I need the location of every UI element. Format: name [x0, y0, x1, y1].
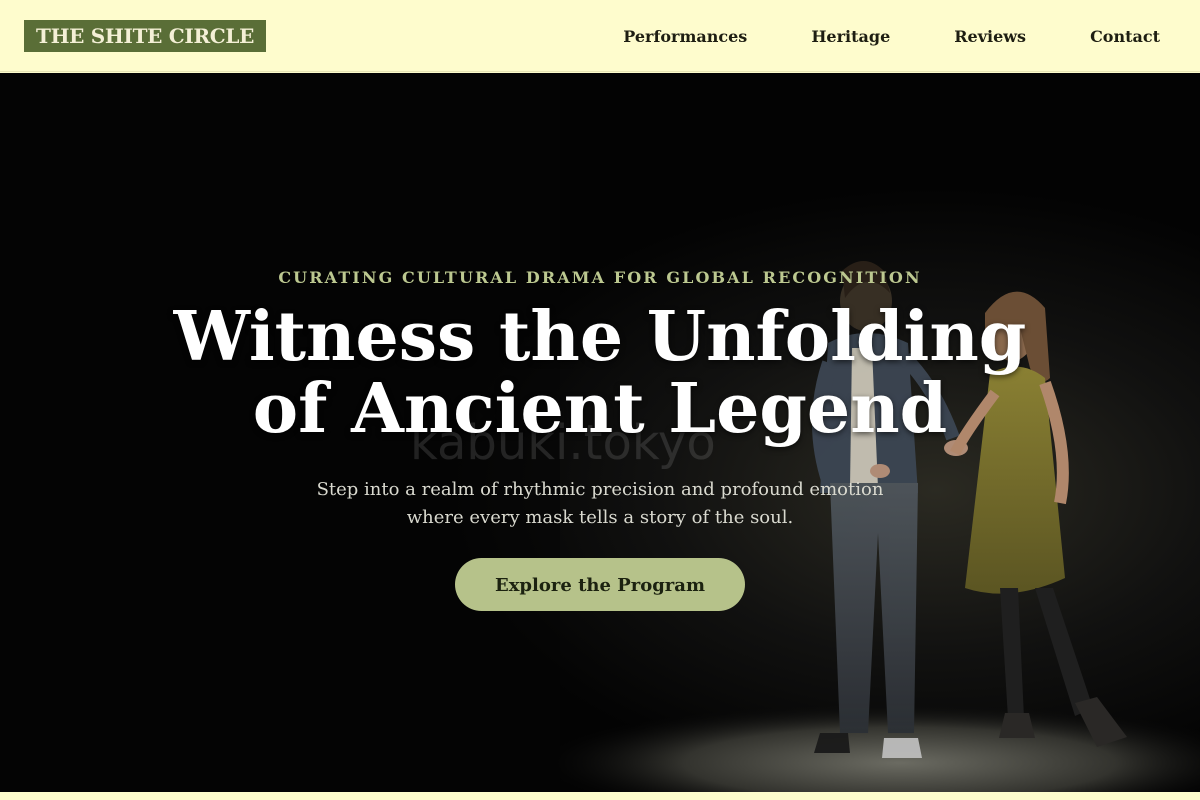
hero-section: kabuki.tokyo CURATING CULTURAL DRAMA FOR…	[0, 73, 1200, 792]
nav-link-heritage[interactable]: Heritage	[811, 27, 890, 46]
hero-eyebrow: CURATING CULTURAL DRAMA FOR GLOBAL RECOG…	[278, 268, 922, 287]
hero-subtitle: Step into a realm of rhythmic precision …	[0, 476, 1200, 532]
explore-program-button[interactable]: Explore the Program	[455, 558, 745, 611]
nav-links: Performances Heritage Reviews Contact	[623, 0, 1160, 72]
hero-subtitle-line1: Step into a realm of rhythmic precision …	[316, 479, 884, 500]
nav-link-performances[interactable]: Performances	[623, 27, 747, 46]
hero-headline-line1: Witness the Unfolding	[173, 297, 1027, 377]
hero-headline: Witness the Unfolding of Ancient Legend	[0, 301, 1200, 445]
top-navbar: THE SHITE CIRCLE Performances Heritage R…	[0, 0, 1200, 72]
bottom-strip	[0, 792, 1200, 800]
hero-headline-line2: of Ancient Legend	[252, 369, 948, 449]
site-logo[interactable]: THE SHITE CIRCLE	[24, 20, 267, 52]
nav-link-contact[interactable]: Contact	[1090, 27, 1160, 46]
nav-link-reviews[interactable]: Reviews	[954, 27, 1026, 46]
hero-subtitle-line2: where every mask tells a story of the so…	[406, 507, 794, 528]
